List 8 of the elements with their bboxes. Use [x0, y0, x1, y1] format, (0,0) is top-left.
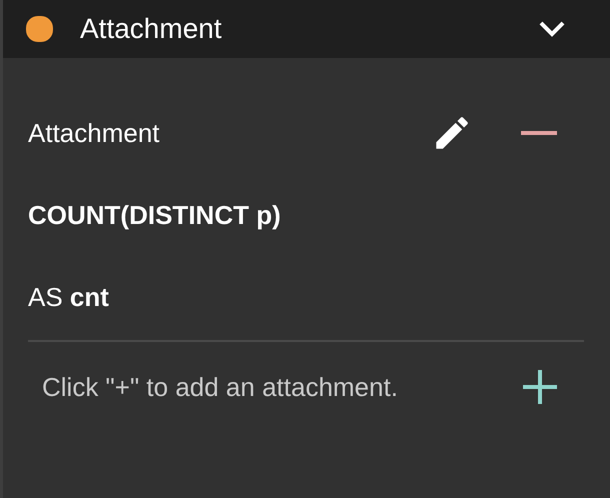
- attachment-name: Attachment: [28, 118, 161, 148]
- add-icon[interactable]: [523, 370, 557, 404]
- hint-text: Click "+" to add an attachment.: [42, 372, 399, 402]
- alias-text: AS cnt: [28, 282, 109, 312]
- panel-header[interactable]: Attachment: [3, 0, 610, 58]
- expression-text: COUNT(DISTINCT p): [28, 200, 281, 230]
- chevron-down-icon[interactable]: [538, 20, 566, 38]
- panel-title: Attachment: [80, 13, 223, 45]
